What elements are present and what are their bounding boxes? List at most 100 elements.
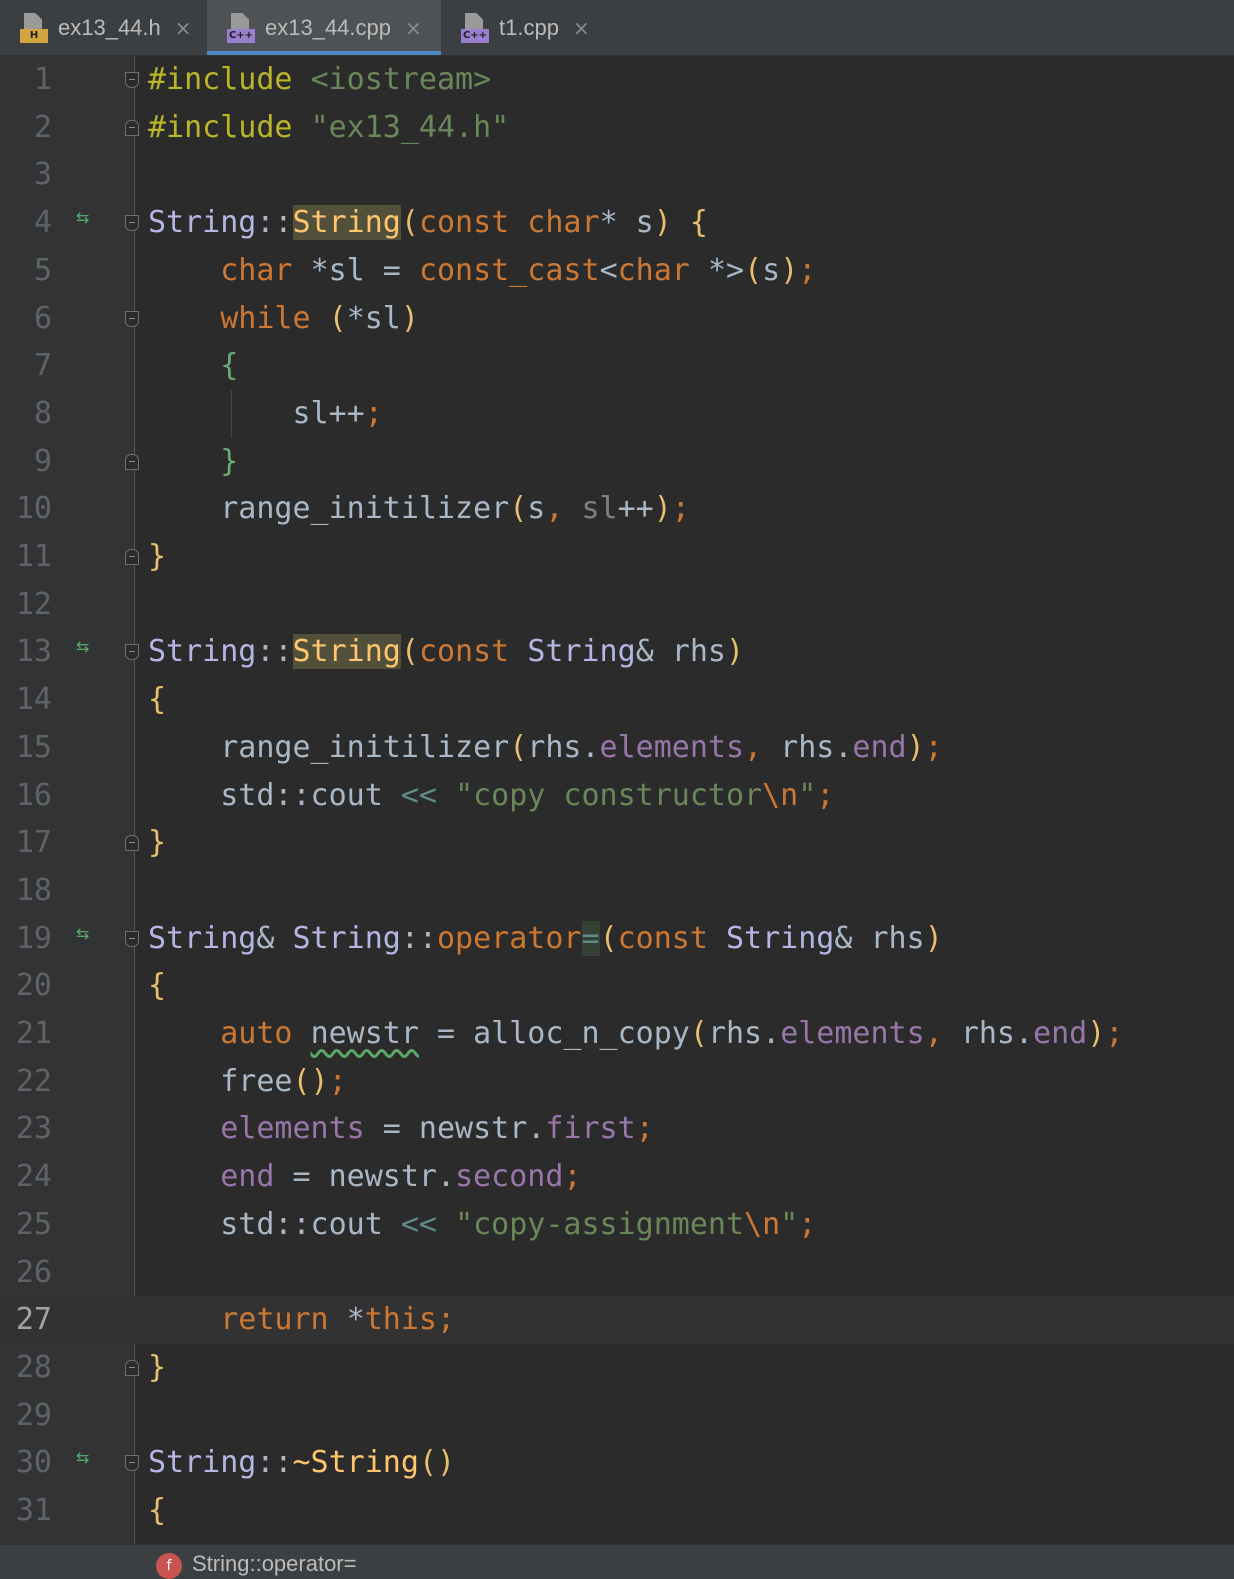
code-line[interactable]: 22 free(); (0, 1058, 1234, 1106)
code-line[interactable]: 25 std::cout << "copy-assignment\n"; (0, 1201, 1234, 1249)
close-icon[interactable]: × (405, 16, 422, 40)
code-text[interactable]: while (*sl) (148, 295, 419, 343)
tab-ex13-44-h[interactable]: Hex13_44.h × (0, 0, 207, 55)
code-line[interactable]: 24 end = newstr.second; (0, 1153, 1234, 1201)
code-text[interactable]: end = newstr.second; (148, 1153, 581, 1201)
code-line[interactable]: 16 std::cout << "copy constructor\n"; (0, 772, 1234, 820)
fold-toggle-icon[interactable] (125, 644, 139, 661)
code-text[interactable]: { (148, 342, 238, 390)
code-text[interactable]: } (148, 438, 238, 486)
code-token: () (418, 1445, 456, 1481)
code-line[interactable]: 14 { (0, 676, 1234, 724)
code-text[interactable]: sl++; (148, 390, 383, 438)
breadcrumb-function[interactable]: String::operator= (192, 1551, 356, 1577)
code-token: } (148, 825, 167, 861)
code-token: \n (762, 777, 799, 813)
code-line[interactable]: 2 #include "ex13_44.h" (0, 104, 1234, 152)
code-line[interactable]: 9 } (0, 438, 1234, 486)
fold-toggle-icon[interactable] (125, 215, 139, 232)
code-token: String (292, 634, 401, 670)
code-line[interactable]: 28} (0, 1344, 1234, 1392)
code-text[interactable]: auto newstr = alloc_n_copy(rhs.elements,… (148, 1010, 1123, 1058)
code-line[interactable]: 4 ⇆ String::String(const char* s) { (0, 199, 1234, 247)
code-token: String (527, 634, 636, 670)
code-text[interactable]: range_initilizer(rhs.elements, rhs.end); (148, 724, 943, 772)
code-token: <iostream> (310, 62, 492, 97)
code-text[interactable]: } (148, 1344, 166, 1392)
code-text[interactable]: return *this; (148, 1296, 455, 1344)
code-line[interactable]: 10 range_initilizer(s, sl++); (0, 485, 1234, 533)
code-token: { (148, 1493, 167, 1528)
fold-toggle-icon[interactable] (125, 835, 139, 852)
code-text[interactable]: free(); (148, 1058, 346, 1106)
code-token: *sl (346, 300, 401, 336)
code-text[interactable]: String::~String() (148, 1439, 455, 1487)
line-number: 13 (15, 634, 52, 670)
code-text[interactable]: #include <iostream> (148, 56, 491, 104)
fold-toggle-icon[interactable] (125, 310, 139, 327)
code-token: ; (364, 395, 383, 431)
tab-ex13-44-cpp[interactable]: C++ ex13_44.cpp × (207, 0, 441, 55)
fold-toggle-icon[interactable] (125, 549, 139, 565)
code-text[interactable]: String::String(const char* s) { (148, 199, 708, 247)
line-number: 25 (15, 1206, 52, 1242)
code-text[interactable]: char *sl = const_cast<char *>(s); (148, 247, 816, 295)
close-icon[interactable]: × (573, 16, 590, 40)
code-line[interactable]: 20 { (0, 962, 1234, 1010)
override-marker-icon[interactable]: ⇆ (76, 1450, 102, 1473)
code-line[interactable]: 23 elements = newstr.first; (0, 1105, 1234, 1153)
code-line[interactable]: 12 (0, 581, 1234, 629)
code-line[interactable]: 3 (0, 151, 1234, 199)
code-line[interactable]: 27 return *this; (0, 1296, 1234, 1345)
close-icon[interactable]: × (175, 16, 192, 40)
code-line[interactable]: 6 while (*sl) (0, 295, 1234, 343)
code-token: ; (635, 1111, 654, 1147)
code-text[interactable]: elements = newstr.first; (148, 1105, 654, 1153)
code-text[interactable]: String& String::operator=(const String& … (148, 915, 943, 963)
code-line[interactable]: 29 (0, 1392, 1234, 1440)
code-line[interactable]: 13 ⇆ String::String(const String& rhs) (0, 628, 1234, 676)
code-text[interactable]: { (148, 962, 166, 1010)
fold-toggle-icon[interactable] (125, 1455, 139, 1472)
code-token: ( (599, 920, 618, 956)
override-marker-icon[interactable]: ⇆ (76, 210, 102, 233)
code-line[interactable]: 11} (0, 533, 1234, 581)
code-text[interactable]: { (148, 676, 166, 724)
code-editor[interactable]: 1 #include <iostream> 2 #include "ex13_44.h… (0, 56, 1234, 1544)
code-line[interactable]: 21 auto newstr = alloc_n_copy(rhs.elemen… (0, 1010, 1234, 1058)
code-text[interactable]: std::cout << "copy-assignment\n"; (148, 1201, 816, 1249)
line-number: 31 (15, 1493, 52, 1528)
fold-toggle-icon[interactable] (125, 72, 139, 88)
override-marker-icon[interactable]: ⇆ (76, 925, 102, 949)
code-text[interactable]: range_initilizer(s, sl++); (148, 485, 690, 533)
code-line[interactable]: 19 ⇆ String& String::operator=(const Strin… (0, 915, 1234, 963)
line-number: 11 (15, 539, 52, 574)
function-icon: f (156, 1553, 182, 1579)
code-line[interactable]: 7 { (0, 342, 1234, 390)
code-text[interactable]: } (148, 819, 166, 867)
line-number: 20 (15, 968, 52, 1004)
code-line[interactable]: 5 char *sl = const_cast<char *>(s); (0, 247, 1234, 295)
code-text[interactable]: std::cout << "copy constructor\n"; (148, 772, 834, 820)
fold-toggle-icon[interactable] (125, 930, 139, 947)
line-number: 27 (15, 1302, 52, 1338)
code-line[interactable]: 26 (0, 1249, 1234, 1297)
tab-t1-cpp[interactable]: C++ t1.cpp × (441, 0, 611, 55)
code-text[interactable]: } (148, 533, 166, 581)
code-token: ; (671, 491, 690, 527)
code-line[interactable]: 8 sl++; (0, 389, 1234, 438)
code-line[interactable]: 1 #include <iostream> (0, 56, 1234, 104)
code-line[interactable]: 18 (0, 867, 1234, 915)
fold-toggle-icon[interactable] (125, 119, 139, 136)
code-text[interactable]: String::String(const String& rhs) (148, 628, 744, 676)
fold-toggle-icon[interactable] (125, 1359, 139, 1376)
code-text[interactable]: { (148, 1487, 166, 1535)
code-line[interactable]: 31 { (0, 1487, 1234, 1535)
code-line[interactable]: 30 ⇆ String::~String() (0, 1439, 1234, 1487)
code-text[interactable]: #include "ex13_44.h" (148, 104, 509, 152)
code-line[interactable]: 15 range_initilizer(rhs.elements, rhs.en… (0, 724, 1234, 772)
code-line[interactable]: 17} (0, 819, 1234, 867)
fold-toggle-icon[interactable] (125, 453, 139, 470)
override-marker-icon[interactable]: ⇆ (76, 639, 102, 662)
